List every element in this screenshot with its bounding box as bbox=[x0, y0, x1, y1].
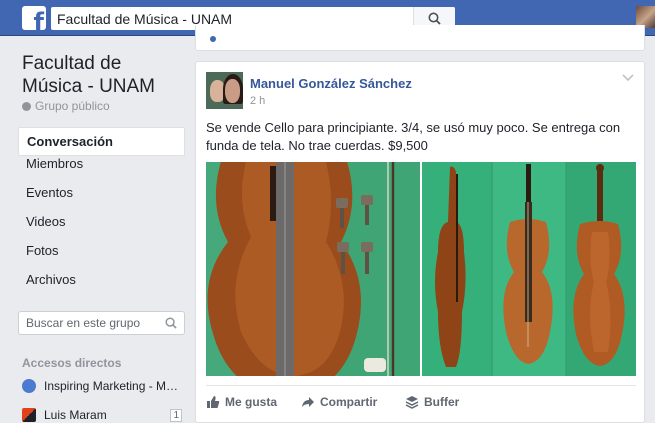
chevron-down-icon[interactable] bbox=[622, 74, 634, 82]
cello-three-views-photo[interactable] bbox=[422, 162, 636, 376]
group-privacy-label: Grupo público bbox=[35, 99, 110, 113]
notification-count-badge: 1 bbox=[170, 409, 182, 422]
share-button-label: Compartir bbox=[320, 395, 378, 409]
avatar-face-right bbox=[225, 79, 240, 103]
group-nav: Conversación Miembros Eventos Videos Fot… bbox=[18, 127, 185, 301]
cello-three-views-illustration bbox=[422, 162, 636, 376]
post-author[interactable]: Manuel González Sánchez bbox=[250, 76, 412, 91]
shortcuts-heading: Accesos directos bbox=[22, 356, 122, 370]
share-arrow-icon bbox=[302, 397, 314, 407]
post-text: Se vende Cello para principiante. 3/4, s… bbox=[206, 120, 621, 153]
globe-icon bbox=[22, 102, 31, 111]
shortcut-label: Inspiring Marketing - Ma... bbox=[44, 379, 182, 393]
nav-item-fotos[interactable]: Fotos bbox=[18, 243, 185, 272]
buffer-button-label: Buffer bbox=[424, 395, 460, 409]
buffer-stack-icon bbox=[405, 396, 419, 409]
group-privacy: Grupo público bbox=[22, 99, 110, 113]
group-search-input[interactable] bbox=[19, 312, 159, 334]
nav-item-archivos[interactable]: Archivos bbox=[18, 272, 185, 301]
previous-post-card bbox=[195, 25, 645, 51]
page-icon bbox=[22, 408, 36, 422]
author-avatar[interactable] bbox=[206, 72, 243, 109]
shortcut-label: Luis Maram bbox=[44, 408, 107, 422]
shortcut-item[interactable]: Inspiring Marketing - Ma... bbox=[22, 378, 187, 396]
post-actions: Me gusta Compartir Buffer bbox=[206, 385, 636, 415]
group-search bbox=[18, 311, 185, 335]
group-title[interactable]: Facultad de Música - UNAM bbox=[22, 52, 172, 98]
search-icon bbox=[428, 12, 441, 25]
nav-item-videos[interactable]: Videos bbox=[18, 214, 185, 243]
nav-item-miembros[interactable]: Miembros bbox=[18, 156, 185, 185]
thumbs-up-icon bbox=[207, 396, 220, 408]
cello-front-bow-pegs-photo[interactable] bbox=[206, 162, 420, 376]
shortcut-item[interactable]: Luis Maram 1 bbox=[22, 407, 187, 423]
post-card: Manuel González Sánchez 2 h Se vende Cel… bbox=[195, 61, 645, 423]
group-icon bbox=[22, 379, 36, 393]
facebook-logo-icon[interactable]: f bbox=[22, 6, 46, 30]
indicator-dot bbox=[210, 36, 216, 42]
cello-front-illustration bbox=[206, 162, 420, 376]
post-timestamp[interactable]: 2 h bbox=[250, 95, 265, 107]
nav-item-eventos[interactable]: Eventos bbox=[18, 185, 185, 214]
like-button-label: Me gusta bbox=[225, 395, 278, 409]
nav-item-conversacion[interactable]: Conversación bbox=[18, 127, 185, 156]
search-icon[interactable] bbox=[165, 317, 177, 329]
